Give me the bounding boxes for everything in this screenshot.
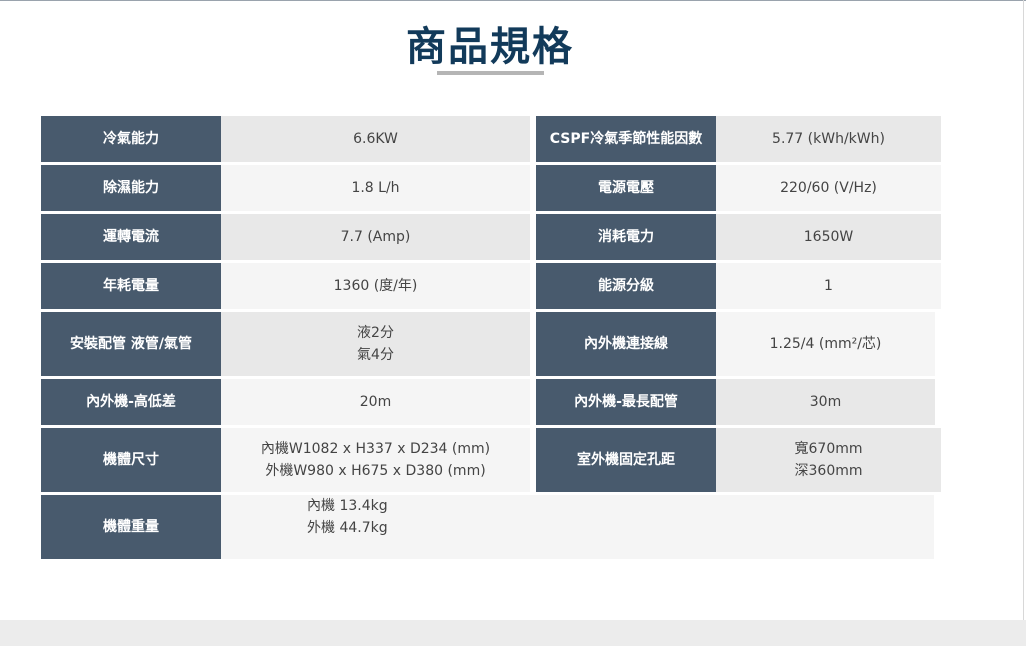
spec-label: 年耗電量	[41, 263, 221, 309]
spec-label: 電源電壓	[536, 165, 716, 211]
spec-value-line: 寬670mm	[794, 441, 863, 457]
spec-value: 1360 (度/年)	[221, 263, 530, 309]
spec-row: 運轉電流 7.7 (Amp) 消耗電力 1650W	[41, 214, 941, 260]
spec-value: 7.7 (Amp)	[221, 214, 530, 260]
spec-value-line: 液2分	[357, 325, 394, 341]
spec-value: 1650W	[716, 214, 941, 260]
spec-value: 液2分 氣4分	[221, 312, 530, 376]
spec-value-line: 氣4分	[357, 347, 394, 363]
spec-label: 安裝配管 液管/氣管	[41, 312, 221, 376]
spec-value: 寬670mm 深360mm	[716, 428, 941, 492]
spec-label: 消耗電力	[536, 214, 716, 260]
right-divider	[1023, 0, 1024, 620]
spec-label: 內外機-高低差	[41, 379, 221, 425]
spec-label: CSPF冷氣季節性能因數	[536, 116, 716, 162]
spec-row: 內外機-高低差 20m 內外機-最長配管 30m	[41, 379, 941, 425]
spec-value: 30m	[716, 379, 935, 425]
spec-label: 運轉電流	[41, 214, 221, 260]
spec-label: 機體重量	[41, 495, 221, 559]
spec-value: 20m	[221, 379, 530, 425]
spec-label: 機體尺寸	[41, 428, 221, 492]
page-title: 商品規格	[406, 24, 574, 70]
spec-label: 冷氣能力	[41, 116, 221, 162]
spec-value-line: 內機 13.4kg	[307, 498, 388, 514]
spec-value: 1	[716, 263, 941, 309]
spec-value-line: 外機 44.7kg	[307, 520, 388, 536]
spec-value-line: 外機W980 x H675 x D380 (mm)	[265, 463, 486, 479]
footer-band	[0, 620, 1026, 646]
spec-value: 1.8 L/h	[221, 165, 530, 211]
spec-row: 除濕能力 1.8 L/h 電源電壓 220/60 (V/Hz)	[41, 165, 941, 211]
spec-value: 1.25/4 (mm²/芯)	[716, 312, 935, 376]
title-underline	[437, 71, 544, 75]
spec-value: 內機W1082 x H337 x D234 (mm) 外機W980 x H675…	[221, 428, 530, 492]
spec-row: 年耗電量 1360 (度/年) 能源分級 1	[41, 263, 941, 309]
spec-value: 220/60 (V/Hz)	[716, 165, 941, 211]
spec-label: 除濕能力	[41, 165, 221, 211]
spec-value-line: 內機W1082 x H337 x D234 (mm)	[260, 441, 491, 457]
spec-value: 內機 13.4kg 外機 44.7kg	[221, 495, 934, 559]
spec-row: 冷氣能力 6.6KW CSPF冷氣季節性能因數 5.77 (kWh/kWh)	[41, 116, 941, 162]
spec-row: 機體重量 內機 13.4kg 外機 44.7kg	[41, 495, 941, 559]
spec-row: 機體尺寸 內機W1082 x H337 x D234 (mm) 外機W980 x…	[41, 428, 941, 492]
spec-value-line: 深360mm	[794, 463, 863, 479]
spec-label: 內外機連接線	[536, 312, 716, 376]
spec-table: 冷氣能力 6.6KW CSPF冷氣季節性能因數 5.77 (kWh/kWh) 除…	[41, 116, 941, 562]
spec-value: 6.6KW	[221, 116, 530, 162]
spec-label: 內外機-最長配管	[536, 379, 716, 425]
spec-row: 安裝配管 液管/氣管 液2分 氣4分 內外機連接線 1.25/4 (mm²/芯)	[41, 312, 941, 376]
top-divider	[0, 0, 1026, 1]
spec-value: 5.77 (kWh/kWh)	[716, 116, 941, 162]
spec-label: 能源分級	[536, 263, 716, 309]
spec-label: 室外機固定孔距	[536, 428, 716, 492]
